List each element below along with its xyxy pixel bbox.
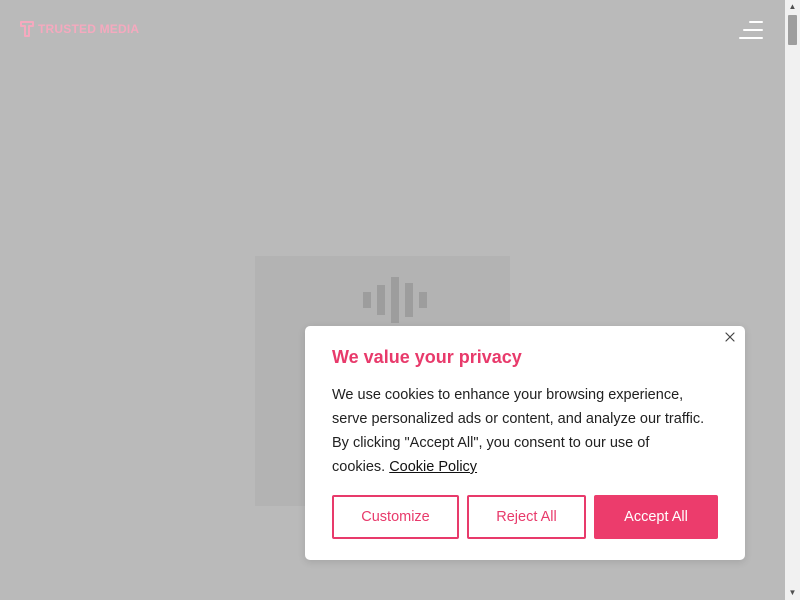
hamburger-menu-icon[interactable] bbox=[737, 18, 763, 42]
scrollbar-thumb[interactable] bbox=[788, 15, 797, 45]
equalizer-bars-icon bbox=[363, 276, 427, 324]
customize-button[interactable]: Customize bbox=[332, 495, 459, 539]
close-icon[interactable] bbox=[723, 330, 737, 344]
scroll-down-arrow-icon[interactable]: ▼ bbox=[785, 586, 800, 600]
menu-line bbox=[749, 21, 763, 23]
vertical-scrollbar[interactable]: ▲ ▼ bbox=[785, 0, 800, 600]
scroll-up-arrow-icon[interactable]: ▲ bbox=[785, 0, 800, 14]
bar bbox=[363, 292, 371, 308]
menu-line bbox=[743, 29, 763, 31]
bar bbox=[377, 285, 385, 315]
site-header: TRUSTED MEDIA bbox=[0, 0, 785, 60]
cookie-consent-dialog: We value your privacy We use cookies to … bbox=[305, 326, 745, 560]
bar bbox=[391, 277, 399, 323]
accept-all-button[interactable]: Accept All bbox=[594, 495, 718, 539]
page-background: TRUSTED MEDIA We value your privacy We u… bbox=[0, 0, 785, 600]
dialog-title: We value your privacy bbox=[332, 347, 522, 367]
site-logo[interactable]: TRUSTED MEDIA bbox=[20, 21, 139, 37]
bar bbox=[419, 292, 427, 308]
logo-text: TRUSTED MEDIA bbox=[38, 22, 140, 36]
t-logo-icon bbox=[20, 21, 34, 37]
dialog-body-text: We use cookies to enhance your browsing … bbox=[332, 387, 705, 475]
bar bbox=[405, 283, 413, 317]
reject-all-button[interactable]: Reject All bbox=[467, 495, 586, 539]
dialog-body: We use cookies to enhance your browsing … bbox=[332, 383, 722, 479]
cookie-policy-link[interactable]: Cookie Policy bbox=[389, 459, 477, 475]
menu-line bbox=[739, 37, 763, 39]
